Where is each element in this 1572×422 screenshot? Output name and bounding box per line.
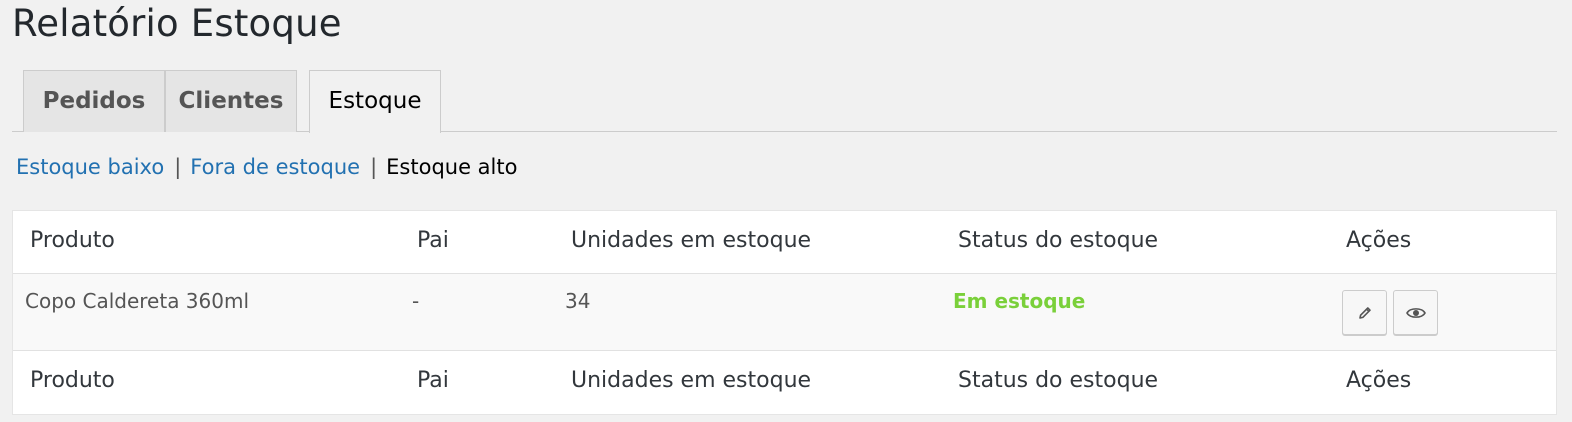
stock-status: Em estoque: [953, 289, 1086, 313]
column-header-produto[interactable]: Produto: [30, 228, 115, 253]
tab-clientes[interactable]: Clientes: [165, 70, 297, 132]
eye-icon: [1405, 306, 1426, 320]
column-footer-pai[interactable]: Pai: [417, 368, 449, 393]
units-in-stock: 34: [565, 289, 591, 313]
table-row: Copo Caldereta 360ml - 34 Em estoque: [13, 273, 1556, 351]
filter-fora-de-estoque[interactable]: Fora de estoque: [190, 155, 360, 179]
column-header-pai[interactable]: Pai: [417, 228, 449, 253]
tab-pedidos[interactable]: Pedidos: [23, 70, 165, 132]
view-button[interactable]: [1393, 290, 1438, 335]
column-header-acoes: Ações: [1346, 228, 1412, 253]
stock-filter-links: Estoque baixo | Fora de estoque | Estoque al…: [16, 155, 517, 179]
filter-estoque-baixo[interactable]: Estoque baixo: [16, 155, 164, 179]
table-footer: Produto Pai Unidades em estoque Status d…: [13, 351, 1556, 414]
page-title: Relatório Estoque: [12, 2, 342, 45]
edit-button[interactable]: [1342, 290, 1387, 335]
tab-estoque[interactable]: Estoque: [309, 70, 441, 133]
filter-separator: |: [174, 155, 182, 179]
table-header: Produto Pai Unidades em estoque Status d…: [13, 211, 1556, 273]
column-footer-status[interactable]: Status do estoque: [958, 368, 1158, 393]
column-footer-produto[interactable]: Produto: [30, 368, 115, 393]
filter-separator: |: [370, 155, 378, 179]
product-name: Copo Caldereta 360ml: [25, 289, 250, 313]
product-parent: -: [412, 289, 420, 313]
column-header-status[interactable]: Status do estoque: [958, 228, 1158, 253]
pencil-icon: [1357, 305, 1373, 321]
column-footer-acoes: Ações: [1346, 368, 1412, 393]
column-footer-unidades[interactable]: Unidades em estoque: [571, 368, 811, 393]
stock-table: Produto Pai Unidades em estoque Status d…: [12, 210, 1557, 415]
nav-tabs: Pedidos Clientes Estoque: [12, 70, 1557, 133]
column-header-unidades[interactable]: Unidades em estoque: [571, 228, 811, 253]
filter-estoque-alto: Estoque alto: [386, 155, 518, 179]
